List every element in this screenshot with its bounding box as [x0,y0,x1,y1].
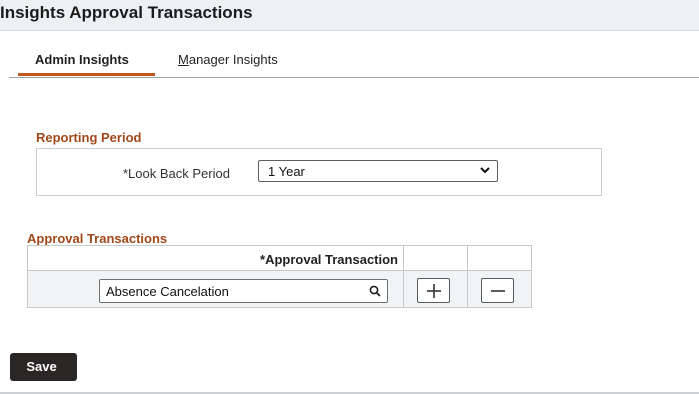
column-header-approval-transaction-label: *Approval Transaction [260,252,398,267]
save-button[interactable]: Save [10,353,77,381]
chevron-down-icon [480,167,490,174]
save-button-label: Save [26,359,57,374]
plus-icon [427,284,441,298]
minus-icon [491,290,505,292]
approval-transactions-title: Approval Transactions [27,231,168,246]
approval-transaction-value: Absence Cancelation [106,284,229,299]
tabs-divider [9,77,699,78]
grid-column-divider [403,246,404,307]
look-back-period-value: 1 Year [268,164,305,179]
active-tab-indicator [18,73,155,76]
grid-column-divider [467,246,468,307]
column-header-approval-transaction: *Approval Transaction [28,246,403,270]
search-icon[interactable] [369,285,381,297]
page-header: Insights Approval Transactions [0,0,699,31]
look-back-period-label: *Look Back Period [123,166,230,181]
grid-header-row: *Approval Transaction [28,246,531,271]
page-title: Insights Approval Transactions [0,3,253,22]
tab-admin-insights[interactable]: Admin Insights [35,52,129,67]
reporting-period-title: Reporting Period [36,130,142,145]
tab-manager-insights-label: anager Insights [188,52,278,67]
approval-transaction-input[interactable]: Absence Cancelation [99,279,388,303]
remove-row-button[interactable] [481,278,514,303]
look-back-period-select[interactable]: 1 Year [258,160,498,182]
add-row-button[interactable] [417,278,450,303]
tab-manager-insights[interactable]: Manager Insights [178,52,278,67]
tab-manager-insights-accesskey: M [178,52,189,67]
